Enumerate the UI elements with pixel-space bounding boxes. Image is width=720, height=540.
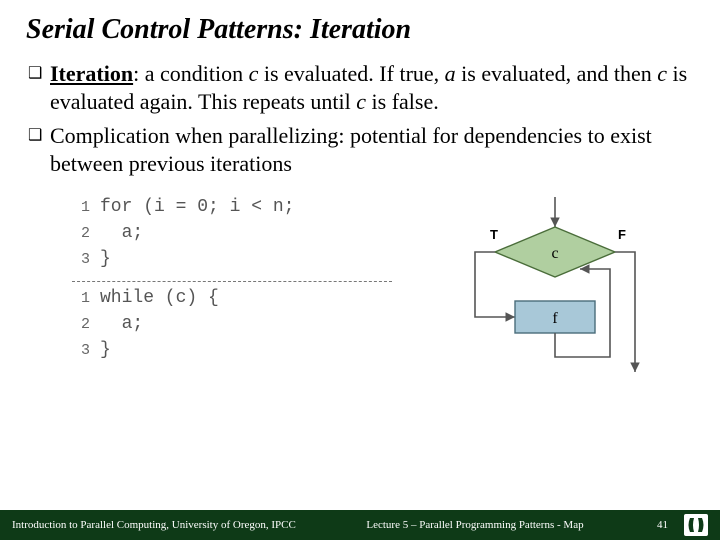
bullet-marker: ❑ [28,60,50,116]
university-logo [674,514,708,536]
code-line: 3} [72,340,412,366]
code-for: 1for (i = 0; i < n; 2 a; 3} [72,197,412,275]
line-number: 1 [72,290,100,307]
t: is evaluated, and then [456,61,658,86]
code-text: a; [100,223,143,243]
line-number: 2 [72,225,100,242]
bullet-item: ❑ Complication when parallelizing: poten… [28,122,698,178]
t: is evaluated. If true, [258,61,444,86]
code-line: 3} [72,249,412,275]
footer-bar: Introduction to Parallel Computing, Univ… [0,510,720,540]
footer-left: Introduction to Parallel Computing, Univ… [12,519,312,531]
code-line: 2 a; [72,314,412,340]
code-text: while (c) { [100,288,219,308]
slide-title: Serial Control Patterns: Iteration [22,14,698,46]
flow-cond-label: c [551,245,558,262]
line-number: 2 [72,316,100,333]
code-text: for (i = 0; i < n; [100,197,294,217]
var-c: c [356,89,366,114]
line-number: 3 [72,342,100,359]
code-divider [72,281,392,282]
flow-body-label: f [552,310,558,327]
var-a: a [445,61,456,86]
bullet-text: Iteration: a condition c is evaluated. I… [50,60,698,116]
bullet-item: ❑ Iteration: a condition c is evaluated.… [28,60,698,116]
code-column: 1for (i = 0; i < n; 2 a; 3} 1while (c) {… [72,197,412,366]
flow-true-label: T [490,227,498,242]
flowchart: c T F f [460,197,650,377]
var-c: c [657,61,667,86]
footer-center: Lecture 5 – Parallel Programming Pattern… [312,519,638,531]
term-iteration: Iteration [50,61,133,86]
bullet-list: ❑ Iteration: a condition c is evaluated.… [22,60,698,179]
code-line: 1while (c) { [72,288,412,314]
flowchart-column: c T F f [412,197,698,377]
t: : a condition [133,61,248,86]
code-line: 1for (i = 0; i < n; [72,197,412,223]
bullet-marker: ❑ [28,122,50,178]
line-number: 3 [72,251,100,268]
var-c: c [249,61,259,86]
code-text: } [100,249,111,269]
code-line: 2 a; [72,223,412,249]
line-number: 1 [72,199,100,216]
page-number: 41 [638,519,674,531]
code-text: a; [100,314,143,334]
bullet-text: Complication when parallelizing: potenti… [50,122,698,178]
t: is false. [366,89,439,114]
flow-false-label: F [618,227,626,242]
code-while: 1while (c) { 2 a; 3} [72,288,412,366]
figure-row: 1for (i = 0; i < n; 2 a; 3} 1while (c) {… [22,197,698,377]
code-text: } [100,340,111,360]
